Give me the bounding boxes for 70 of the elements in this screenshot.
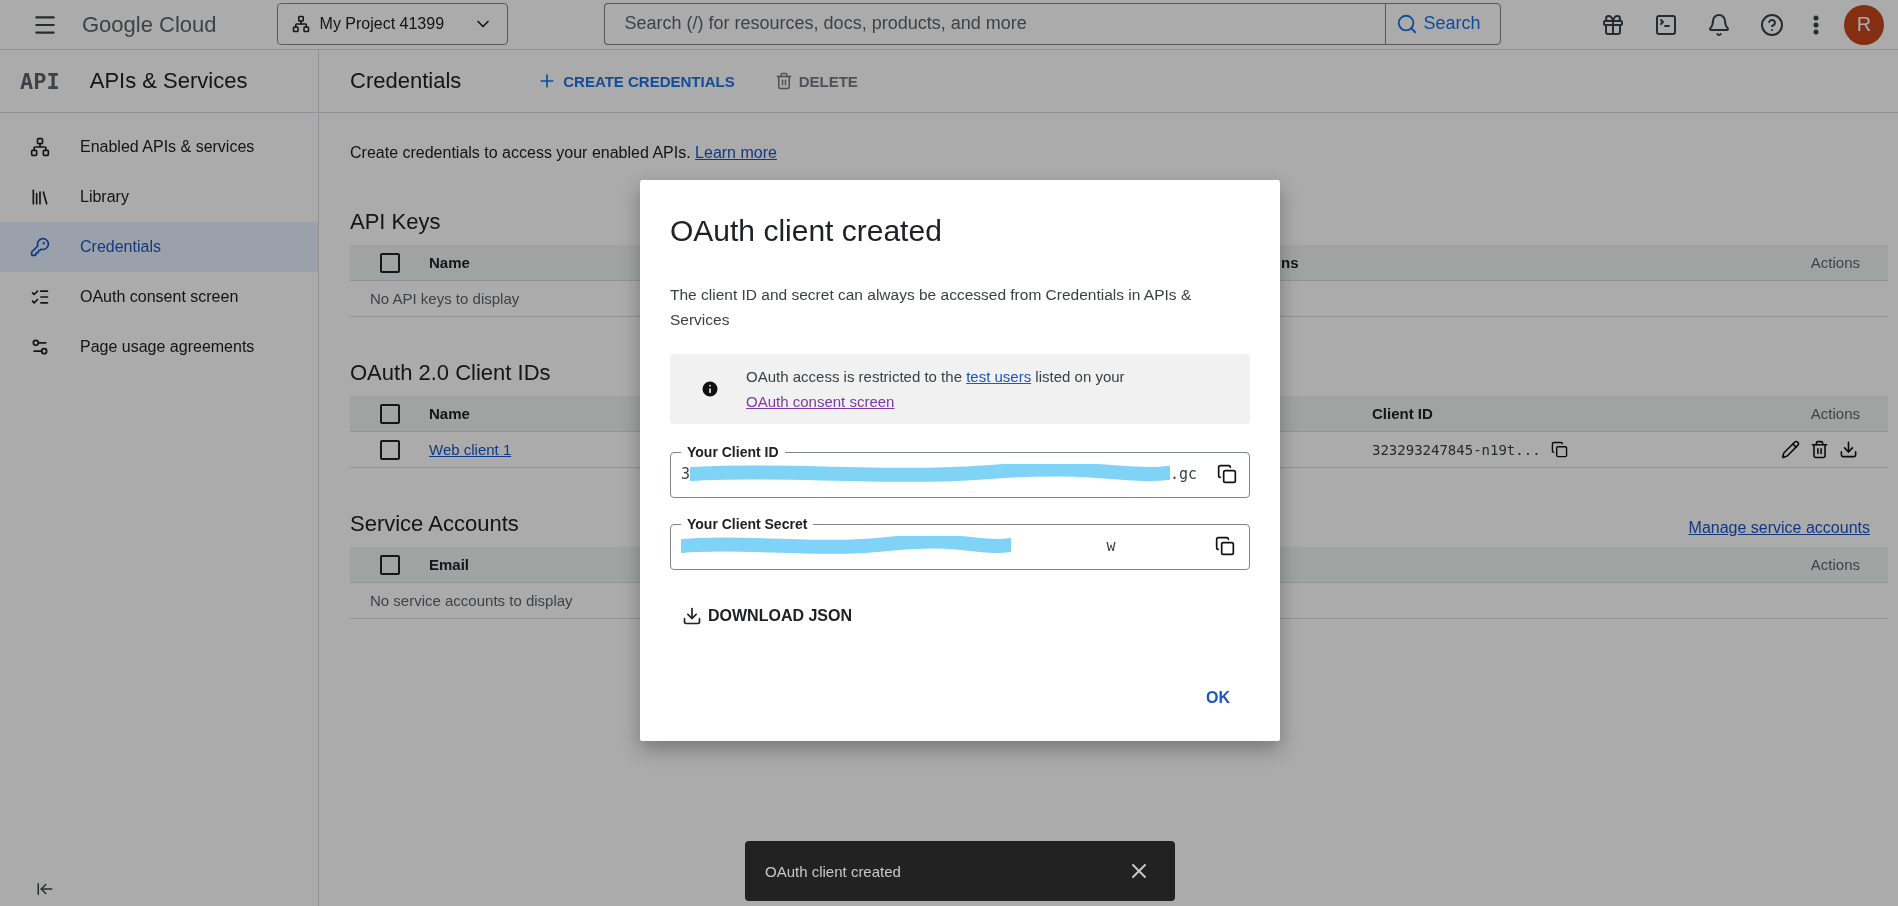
checkbox[interactable] xyxy=(379,403,400,424)
logo: Google Cloud xyxy=(82,11,217,38)
notice-text: OAuth access is restricted to the test users listed on your OAuth consent screen xyxy=(746,367,1126,412)
key-icon xyxy=(30,237,50,257)
sidebar-item[interactable]: OAuth consent screen xyxy=(0,272,318,322)
dialog-title: OAuth client created xyxy=(670,214,943,248)
project-selector[interactable]: My Project 41399 xyxy=(276,2,508,45)
learn-more-link[interactable]: Learn more xyxy=(695,144,777,161)
network-icon xyxy=(30,137,50,157)
library-icon xyxy=(30,187,50,207)
bell-icon xyxy=(1707,12,1731,37)
ok-button[interactable]: OK xyxy=(1196,683,1240,713)
checkbox[interactable] xyxy=(379,439,400,460)
gift-icon xyxy=(1601,12,1625,37)
search-button[interactable]: Search xyxy=(1384,2,1501,45)
trash-icon xyxy=(1810,440,1829,459)
checklist-icon xyxy=(30,287,50,307)
value-text: w xyxy=(1106,537,1116,555)
test-users-link[interactable]: test users xyxy=(966,368,1032,385)
secret-field[interactable]: Your Client Secret w xyxy=(670,516,1250,570)
column-header: ns xyxy=(1281,254,1299,271)
sidebar-title: APIs & Services xyxy=(89,68,248,94)
column-header: Client ID xyxy=(1372,405,1433,422)
info-icon xyxy=(700,378,721,400)
column-header: Actions xyxy=(1810,405,1861,422)
section-title: OAuth 2.0 Client IDs xyxy=(350,360,551,386)
consent-screen-link[interactable]: OAuth consent screen xyxy=(746,393,895,410)
secret-field[interactable]: Your Client ID 3 .gc xyxy=(670,444,1250,498)
intro-text: Create credentials to access your enabled APIs. Learn more xyxy=(350,144,778,162)
sidebar-item[interactable]: Page usage agreements xyxy=(0,322,318,372)
column-header: Email xyxy=(429,556,470,573)
copy-icon xyxy=(1217,464,1238,484)
sidebar-item[interactable]: Enabled APIs & services xyxy=(0,122,318,172)
more-icon xyxy=(1813,14,1819,35)
create-button[interactable]: CREATE CREDENTIALS xyxy=(529,65,743,97)
column-header: Name xyxy=(429,405,470,422)
sidebar-item[interactable]: Library xyxy=(0,172,318,222)
checkbox[interactable] xyxy=(379,554,400,575)
copy-icon xyxy=(1215,536,1235,556)
settings-icon xyxy=(30,337,50,357)
product-label: API xyxy=(20,68,60,94)
client-link[interactable]: Web client 1 xyxy=(429,441,512,458)
terminal-icon xyxy=(1654,12,1678,37)
column-header: Name xyxy=(429,254,470,271)
project-icon xyxy=(291,14,310,33)
page-title: Credentials xyxy=(350,68,462,94)
copy-icon xyxy=(1550,441,1568,458)
edit-button[interactable] xyxy=(1779,438,1802,461)
trash-icon xyxy=(774,72,793,90)
download-icon xyxy=(1839,440,1858,459)
value-text: .gc xyxy=(1170,465,1198,483)
client-id: 323293247845-n19t... xyxy=(1372,441,1541,458)
field-label: Your Client ID xyxy=(686,444,780,460)
value-text: 3 xyxy=(681,465,691,483)
section-title: API Keys xyxy=(350,209,441,235)
search-icon xyxy=(1395,12,1418,35)
sidebar-item[interactable]: Credentials xyxy=(0,222,318,272)
search-field[interactable]: Search (/) for resources, docs, products, and more xyxy=(603,2,1385,45)
section-title: Service Accounts xyxy=(350,511,519,537)
avatar[interactable]: R xyxy=(1844,4,1884,45)
checkbox[interactable] xyxy=(379,252,400,273)
field-label: Your Client Secret xyxy=(686,516,809,532)
manage-link[interactable]: Manage service accounts xyxy=(1688,519,1870,537)
pencil-icon xyxy=(1781,440,1800,459)
collapse-icon xyxy=(36,880,54,898)
snackbar-message: OAuth client created xyxy=(765,862,901,880)
column-header: Actions xyxy=(1810,556,1861,573)
help-icon xyxy=(1760,12,1784,37)
download-icon xyxy=(682,606,702,626)
column-header: Actions xyxy=(1810,254,1861,271)
